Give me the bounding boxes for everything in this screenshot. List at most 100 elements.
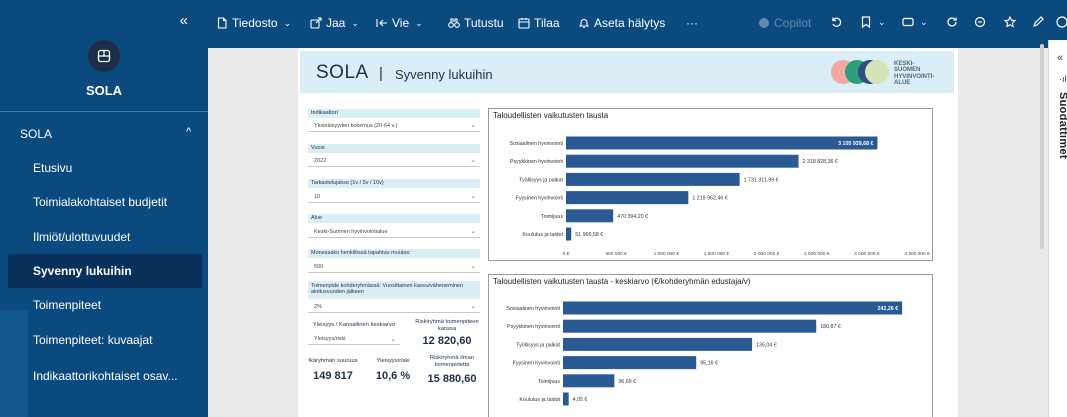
- chevron-down-icon: ⌄: [351, 17, 359, 28]
- copilot-icon: [759, 18, 769, 28]
- data-label: 51 966,58 €: [575, 232, 603, 238]
- category-label: Sosiaalinen hyvinvointi: [506, 306, 560, 312]
- chart-total-impacts[interactable]: Taloudellisten vaikutusten tausta Sosiaa…: [488, 108, 933, 261]
- sidebar-item-toimialakohtaiset-budjetit[interactable]: Toimialakohtaiset budjetit: [8, 185, 202, 219]
- x-tick-label: 3 500 000 €: [904, 251, 930, 257]
- category-label: Toimijuus: [541, 214, 563, 220]
- title-separator: |: [379, 65, 383, 82]
- binoculars-icon: [448, 18, 460, 28]
- share-menu-button[interactable]: Jaa ⌄: [310, 16, 359, 30]
- filter-dropdown-indicator[interactable]: Yksinäisyyden kokemus (20-64 v.) ⌄: [308, 120, 480, 132]
- data-label: 95,16 €: [700, 361, 718, 367]
- data-label: 2 318 828,36 €: [803, 159, 838, 165]
- sidebar: « SOLA SOLA ^ Etusivu Toimialakohtaiset …: [0, 0, 208, 417]
- sidebar-item-indikaattorikohtaiset[interactable]: Indikaattorikohtaiset osav...: [8, 359, 202, 393]
- chevron-up-icon[interactable]: ^: [186, 126, 191, 138]
- data-label: 4,05 €: [573, 397, 588, 403]
- filter-dropdown-period[interactable]: 10 ⌄: [308, 191, 480, 203]
- bar: [563, 301, 903, 315]
- expand-filters-icon[interactable]: «: [1057, 52, 1063, 64]
- star-icon: [1004, 16, 1016, 28]
- more-options-label: ···: [686, 16, 698, 30]
- category-label: Koulutus ja taidot: [522, 232, 563, 238]
- x-tick-label: 2 000 000 €: [754, 251, 780, 257]
- bar: [563, 356, 697, 370]
- category-label: Koulutus ja taidot: [519, 397, 560, 403]
- sidebar-section-sola[interactable]: SOLA: [20, 127, 52, 141]
- chevron-down-icon: ⌄: [470, 303, 476, 310]
- filter-dropdown-change-count[interactable]: 500 ⌄: [308, 261, 480, 273]
- copilot-button[interactable]: Copilot: [758, 16, 811, 30]
- bookmark-button[interactable]: ⌄: [860, 16, 886, 28]
- filter-value: 10: [314, 194, 321, 200]
- filter-value: Keski-Suomen hyvinvointialue: [314, 229, 388, 235]
- filter-dropdown-area[interactable]: Keski-Suomen hyvinvointialue ⌄: [308, 226, 480, 238]
- subscribe-button[interactable]: Tilaa: [518, 16, 560, 30]
- chart-average-impacts[interactable]: Taloudellisten vaikutusten tausta - kesk…: [488, 274, 933, 417]
- risk-with-value: 12 820,60: [422, 335, 472, 347]
- info-button[interactable]: [1056, 16, 1067, 28]
- explore-button[interactable]: Tutustu: [448, 16, 504, 30]
- view-button[interactable]: ⌄: [902, 16, 928, 28]
- filter-value: 2%: [314, 304, 322, 310]
- category-label: Psyykkinen hyvinvointi: [510, 159, 563, 165]
- bar-chart-total: Sosiaalinen hyvinvointi 3 105 939,68 € Psy…: [509, 136, 930, 257]
- chevron-down-icon: ⌄: [470, 263, 476, 270]
- category-label: Psyykkinen hyvinvointi: [507, 324, 560, 330]
- comment-button[interactable]: [974, 16, 986, 28]
- x-tick-label: 0 €: [563, 251, 570, 257]
- category-label: Toimijuus: [538, 379, 560, 385]
- filter-value: Yksinäisyyden kokemus (20-64 v.): [314, 123, 398, 129]
- sidebar-item-toimenpiteet-kuvaajat[interactable]: Toimenpiteet: kuvaajat: [8, 323, 202, 357]
- bar: [563, 319, 817, 333]
- collapse-sidebar-icon[interactable]: «: [180, 12, 188, 29]
- chevron-down-icon: ⌄: [878, 16, 886, 27]
- filter-dropdown-growth[interactable]: 2% ⌄: [308, 301, 480, 313]
- export-menu-button[interactable]: Vie ⌄: [376, 16, 423, 30]
- filter-label-area: Alue: [308, 214, 480, 223]
- data-label: 36,69 €: [618, 379, 636, 385]
- sidebar-item-syvenny-lukuihin[interactable]: Syvenny lukuihin: [8, 254, 202, 288]
- sidebar-item-etusivu[interactable]: Etusivu: [8, 151, 202, 185]
- sidebar-item-ilmiot-ulottuvuudet[interactable]: Ilmiöt/ulottuvuudet: [8, 220, 202, 254]
- favorite-button[interactable]: [1004, 16, 1016, 28]
- risk-without-value: 15 880,60: [427, 373, 477, 385]
- filters-pane: « ·ıl Suodattimet: [1048, 40, 1067, 417]
- report-page: SOLA | Syvenny lukuihin KESKI- SUOMEN HY…: [298, 48, 958, 417]
- scrollbar-thumb[interactable]: [1040, 44, 1044, 249]
- mode-dropdown[interactable]: Yleisyys/riski ⌄: [308, 334, 400, 345]
- risk-without-label: Riskiryhmä ilman toimenpidettä: [429, 355, 475, 368]
- undo-button[interactable]: [830, 16, 842, 28]
- bar: [563, 392, 569, 406]
- canvas-scrollbar[interactable]: [1038, 40, 1046, 250]
- info-icon: [1056, 16, 1067, 28]
- export-icon: [376, 19, 387, 27]
- more-options-button[interactable]: ···: [686, 16, 698, 30]
- data-label: 242,26 €: [878, 306, 899, 312]
- category-label: Työllisyys ja palkat: [519, 177, 563, 183]
- sidebar-item-toimenpiteet[interactable]: Toimenpiteet: [8, 288, 202, 322]
- chevron-down-icon: ⌄: [415, 17, 423, 28]
- filters-pane-label[interactable]: Suodattimet: [1057, 92, 1067, 159]
- view-icon: [902, 17, 914, 27]
- chevron-down-icon: ⌄: [920, 16, 928, 27]
- data-label: 180,87 €: [820, 324, 841, 330]
- chevron-down-icon: ⌄: [470, 193, 476, 200]
- prevalence-label: Yleisyys/riski: [376, 358, 410, 364]
- bar: [566, 191, 689, 205]
- sidebar-decoration: [0, 310, 28, 417]
- app-logo-icon: [88, 40, 120, 72]
- bar: [566, 227, 572, 241]
- filter-value: 500: [314, 264, 324, 270]
- set-alert-button[interactable]: Aseta hälytys: [578, 16, 665, 30]
- filter-value: 2022: [314, 158, 327, 164]
- chevron-down-icon: ⌄: [283, 17, 292, 28]
- file-menu-button[interactable]: Tiedosto ⌄: [216, 16, 291, 30]
- refresh-button[interactable]: [946, 16, 958, 28]
- filter-dropdown-year[interactable]: 2022 ⌄: [308, 155, 480, 167]
- bookmark-icon: [861, 16, 871, 28]
- edit-button[interactable]: [1032, 16, 1044, 28]
- data-label: 3 105 939,68 €: [838, 141, 873, 147]
- bar: [566, 154, 799, 168]
- export-menu-label: Vie: [392, 16, 410, 30]
